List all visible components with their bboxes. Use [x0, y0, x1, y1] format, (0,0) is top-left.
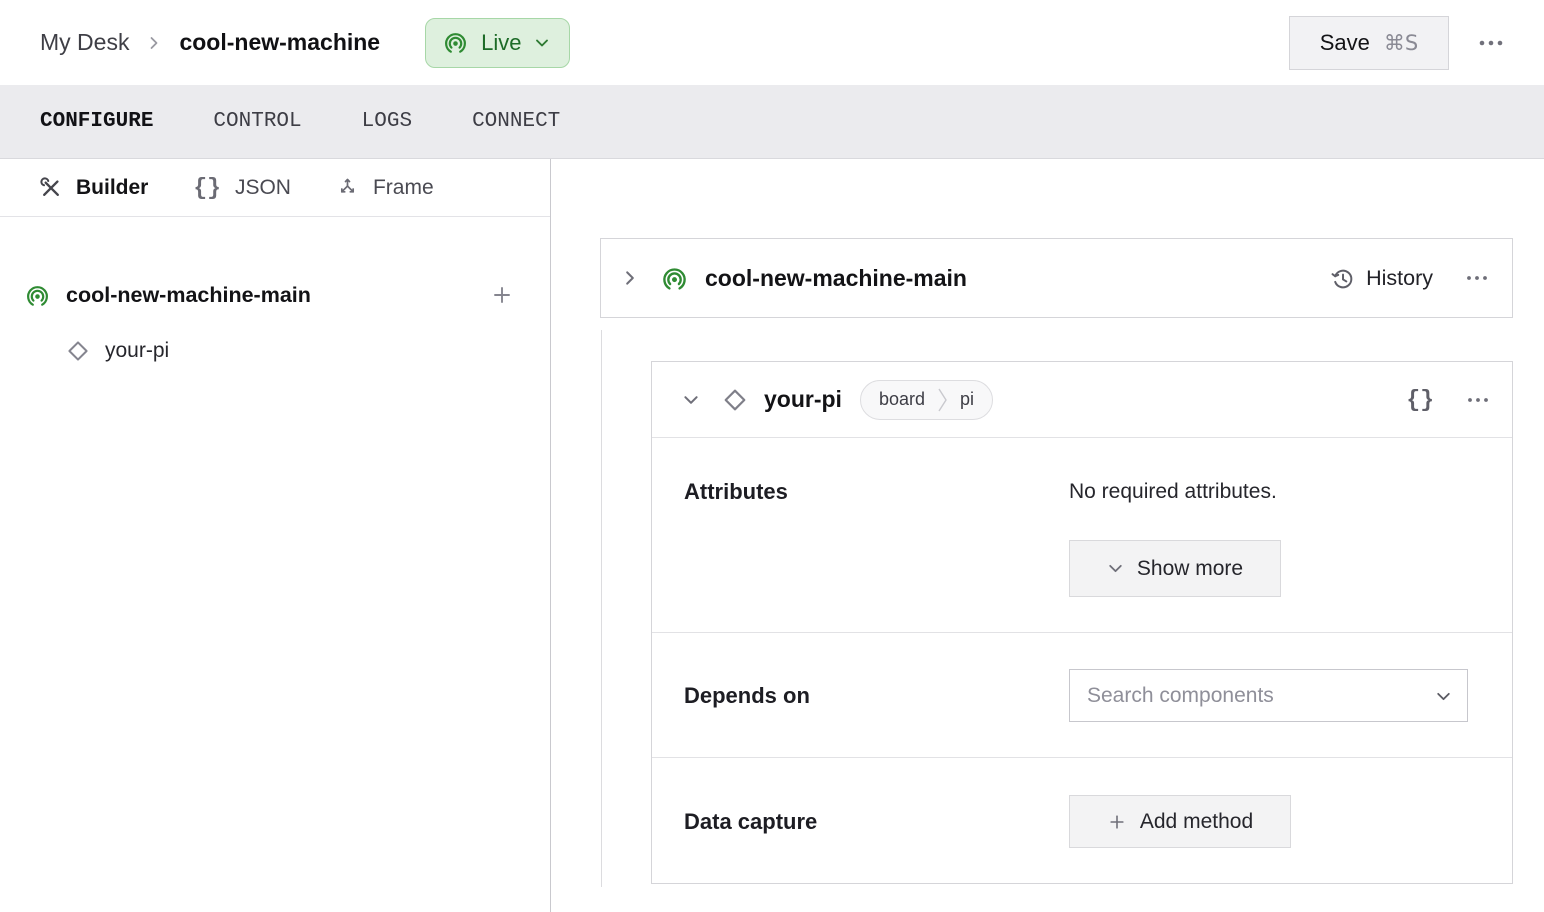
chevron-right-icon	[621, 269, 639, 287]
mode-builder-label: Builder	[76, 175, 149, 199]
tree-item-machine-part[interactable]: cool-new-machine-main	[0, 267, 550, 323]
component-card-collapse-toggle[interactable]	[682, 391, 700, 409]
badge-separator-icon	[937, 387, 948, 413]
machine-card-title: cool-new-machine-main	[705, 264, 967, 291]
machine-broadcast-icon	[25, 283, 50, 308]
ellipsis-icon	[1467, 396, 1489, 404]
live-status-label: Live	[481, 29, 522, 55]
component-card-menu-button[interactable]	[1467, 392, 1489, 408]
plus-icon	[490, 283, 514, 307]
machine-part-name: cool-new-machine-main	[66, 282, 311, 307]
mode-frame[interactable]: Frame	[336, 176, 434, 200]
data-capture-label: Data capture	[684, 809, 818, 834]
frame-axes-icon	[336, 176, 359, 199]
history-button[interactable]: History	[1330, 266, 1433, 291]
header-more-menu-button[interactable]	[1476, 32, 1506, 54]
mode-json-label: JSON	[234, 175, 291, 199]
depends-on-body	[1069, 669, 1468, 757]
component-model: pi	[960, 389, 975, 409]
show-more-label: Show more	[1136, 556, 1244, 580]
tab-connect[interactable]: CONNECT	[472, 110, 560, 133]
machine-status-dropdown[interactable]: Live	[425, 17, 571, 68]
attributes-label: Attributes	[684, 479, 788, 504]
header-actions: Save ⌘S	[1289, 15, 1506, 70]
tab-configure[interactable]: CONFIGURE	[40, 110, 153, 133]
save-button[interactable]: Save ⌘S	[1289, 15, 1449, 70]
view-component-json-button[interactable]: {}	[1406, 387, 1434, 413]
add-method-label: Add method	[1139, 809, 1254, 833]
depends-on-select[interactable]	[1069, 669, 1468, 722]
attributes-section: Attributes No required attributes. Show …	[652, 438, 1512, 633]
save-label: Save	[1319, 29, 1370, 55]
chevron-right-icon	[146, 35, 162, 51]
component-card-header: your-pi board pi {}	[652, 362, 1512, 438]
component-name: your-pi	[105, 339, 170, 362]
machine-card-collapse-toggle[interactable]	[621, 269, 639, 287]
breadcrumb-parent-link[interactable]: My Desk	[40, 29, 129, 56]
ellipsis-icon	[1478, 38, 1504, 48]
machine-card-menu-button[interactable]	[1466, 270, 1488, 286]
chevron-down-icon	[534, 35, 550, 51]
show-more-button[interactable]: Show more	[1069, 540, 1281, 597]
data-capture-body: Add method	[1069, 795, 1291, 883]
attributes-body: No required attributes. Show more	[1069, 478, 1281, 632]
component-type-badge: board pi	[859, 379, 994, 420]
main-tab-bar: CONFIGURE CONTROL LOGS CONNECT	[0, 85, 1544, 159]
component-card-actions: {}	[1406, 387, 1489, 413]
history-icon	[1330, 266, 1355, 291]
search-components-input[interactable]	[1069, 669, 1468, 722]
data-capture-section: Data capture Add method	[652, 758, 1512, 883]
tree-item-component[interactable]: your-pi	[0, 323, 550, 379]
component-card: your-pi board pi {} Attributes No requir…	[651, 361, 1513, 884]
tree-connector-line	[601, 330, 602, 887]
tab-logs[interactable]: LOGS	[362, 110, 412, 133]
braces-icon: {}	[1406, 386, 1434, 413]
ellipsis-icon	[1466, 274, 1488, 282]
config-main: cool-new-machine-main History your-pi bo…	[551, 159, 1544, 912]
machine-part-card: cool-new-machine-main History	[600, 238, 1513, 318]
component-card-title: your-pi	[764, 386, 842, 412]
chevron-down-icon	[1107, 560, 1124, 577]
tab-control[interactable]: CONTROL	[213, 110, 301, 133]
chevron-down-icon	[682, 391, 700, 409]
add-method-button[interactable]: Add method	[1069, 795, 1291, 848]
sidebar: Builder {} JSON Frame cool-new-machine-m…	[0, 159, 551, 912]
plus-icon	[1107, 812, 1127, 832]
component-type: board	[878, 389, 925, 409]
attributes-empty-text: No required attributes.	[1069, 480, 1277, 503]
history-label: History	[1366, 265, 1433, 290]
component-diamond-icon	[66, 339, 90, 363]
depends-on-label: Depends on	[684, 683, 810, 708]
mode-builder[interactable]: Builder	[40, 176, 148, 200]
tools-icon	[40, 176, 62, 199]
braces-icon: {}	[193, 174, 221, 201]
content-area: Builder {} JSON Frame cool-new-machine-m…	[0, 159, 1544, 912]
live-broadcast-icon	[443, 30, 468, 55]
breadcrumb: My Desk cool-new-machine	[40, 29, 380, 56]
mode-json[interactable]: {} JSON	[193, 175, 291, 201]
machine-card-actions: History	[1330, 266, 1488, 291]
mode-frame-label: Frame	[372, 175, 434, 199]
component-diamond-icon	[722, 387, 748, 413]
add-component-button[interactable]	[490, 283, 514, 307]
top-header: My Desk cool-new-machine Live Save ⌘S	[0, 0, 1544, 85]
save-shortcut: ⌘S	[1383, 30, 1419, 55]
depends-on-section: Depends on	[652, 633, 1512, 758]
machine-part-tree: cool-new-machine-main your-pi	[0, 217, 550, 379]
app-root: My Desk cool-new-machine Live Save ⌘S CO…	[0, 0, 1544, 912]
view-mode-bar: Builder {} JSON Frame	[0, 159, 550, 217]
breadcrumb-current-machine: cool-new-machine	[179, 29, 381, 55]
machine-broadcast-icon	[661, 265, 688, 292]
